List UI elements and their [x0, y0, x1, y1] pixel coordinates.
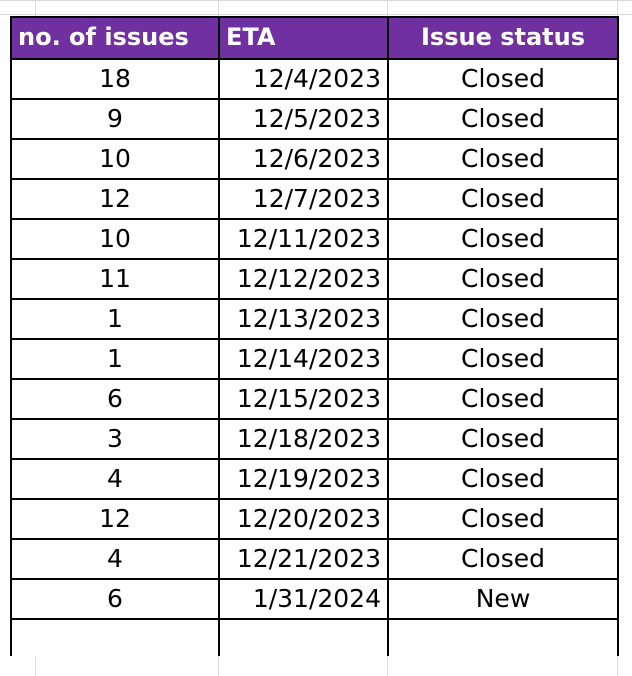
cell-eta[interactable]: 12/20/2023	[218, 498, 389, 540]
column-header-eta[interactable]: ETA	[218, 16, 389, 60]
table-row[interactable]: 10 12/6/2023 Closed	[10, 138, 619, 180]
cell-no-of-issues[interactable]: 10	[10, 218, 220, 260]
cell-eta[interactable]: 12/15/2023	[218, 378, 389, 420]
cell-issue-status[interactable]: Closed	[387, 498, 619, 540]
table-row-empty[interactable]	[10, 618, 619, 656]
cell-issue-status[interactable]: Closed	[387, 378, 619, 420]
cell-no-of-issues[interactable]	[10, 618, 220, 656]
cell-no-of-issues[interactable]: 18	[10, 58, 220, 100]
cell-no-of-issues[interactable]: 12	[10, 178, 220, 220]
cell-issue-status[interactable]: Closed	[387, 418, 619, 460]
cell-eta[interactable]: 12/5/2023	[218, 98, 389, 140]
cell-no-of-issues[interactable]: 6	[10, 378, 220, 420]
table-row[interactable]: 1 12/14/2023 Closed	[10, 338, 619, 380]
cell-issue-status[interactable]: Closed	[387, 138, 619, 180]
table-row[interactable]: 4 12/19/2023 Closed	[10, 458, 619, 500]
table-row[interactable]: 11 12/12/2023 Closed	[10, 258, 619, 300]
cell-no-of-issues[interactable]: 1	[10, 298, 220, 340]
cell-eta[interactable]: 12/4/2023	[218, 58, 389, 100]
cell-eta[interactable]	[218, 618, 389, 656]
cell-issue-status[interactable]: Closed	[387, 298, 619, 340]
cell-eta[interactable]: 12/11/2023	[218, 218, 389, 260]
cell-eta[interactable]: 12/6/2023	[218, 138, 389, 180]
cell-eta[interactable]: 1/31/2024	[218, 578, 389, 620]
cell-issue-status[interactable]: Closed	[387, 218, 619, 260]
cell-no-of-issues[interactable]: 11	[10, 258, 220, 300]
table-row[interactable]: 1 12/13/2023 Closed	[10, 298, 619, 340]
cell-issue-status[interactable]: Closed	[387, 338, 619, 380]
cell-issue-status[interactable]	[387, 618, 619, 656]
cell-no-of-issues[interactable]: 12	[10, 498, 220, 540]
cell-no-of-issues[interactable]: 4	[10, 458, 220, 500]
cell-eta[interactable]: 12/13/2023	[218, 298, 389, 340]
table-row[interactable]: 18 12/4/2023 Closed	[10, 58, 619, 100]
cell-issue-status[interactable]: Closed	[387, 538, 619, 580]
cell-no-of-issues[interactable]: 10	[10, 138, 220, 180]
table-header-row: no. of issues ETA Issue status	[10, 16, 619, 60]
cell-eta[interactable]: 12/14/2023	[218, 338, 389, 380]
column-header-issue-status[interactable]: Issue status	[387, 16, 619, 60]
table-body: 18 12/4/2023 Closed 9 12/5/2023 Closed 1…	[10, 58, 619, 656]
cell-eta[interactable]: 12/7/2023	[218, 178, 389, 220]
table-row[interactable]: 4 12/21/2023 Closed	[10, 538, 619, 580]
cell-issue-status[interactable]: Closed	[387, 98, 619, 140]
table-row[interactable]: 3 12/18/2023 Closed	[10, 418, 619, 460]
cell-no-of-issues[interactable]: 9	[10, 98, 220, 140]
cell-issue-status[interactable]: Closed	[387, 58, 619, 100]
cell-no-of-issues[interactable]: 4	[10, 538, 220, 580]
table-row[interactable]: 12 12/7/2023 Closed	[10, 178, 619, 220]
cell-issue-status[interactable]: Closed	[387, 458, 619, 500]
table-row[interactable]: 12 12/20/2023 Closed	[10, 498, 619, 540]
cell-eta[interactable]: 12/21/2023	[218, 538, 389, 580]
table-row[interactable]: 6 12/15/2023 Closed	[10, 378, 619, 420]
table-row[interactable]: 10 12/11/2023 Closed	[10, 218, 619, 260]
cell-eta[interactable]: 12/18/2023	[218, 418, 389, 460]
cell-issue-status[interactable]: Closed	[387, 258, 619, 300]
cell-no-of-issues[interactable]: 6	[10, 578, 220, 620]
cell-issue-status[interactable]: Closed	[387, 178, 619, 220]
table-header: no. of issues ETA Issue status	[10, 16, 619, 60]
issue-table-container: no. of issues ETA Issue status 18 12/4/2…	[10, 16, 619, 656]
column-header-no-of-issues[interactable]: no. of issues	[10, 16, 220, 60]
issue-tracking-table: no. of issues ETA Issue status 18 12/4/2…	[10, 16, 619, 656]
cell-no-of-issues[interactable]: 3	[10, 418, 220, 460]
cell-issue-status[interactable]: New	[387, 578, 619, 620]
cell-no-of-issues[interactable]: 1	[10, 338, 220, 380]
table-row[interactable]: 9 12/5/2023 Closed	[10, 98, 619, 140]
cell-eta[interactable]: 12/12/2023	[218, 258, 389, 300]
table-row[interactable]: 6 1/31/2024 New	[10, 578, 619, 620]
cell-eta[interactable]: 12/19/2023	[218, 458, 389, 500]
